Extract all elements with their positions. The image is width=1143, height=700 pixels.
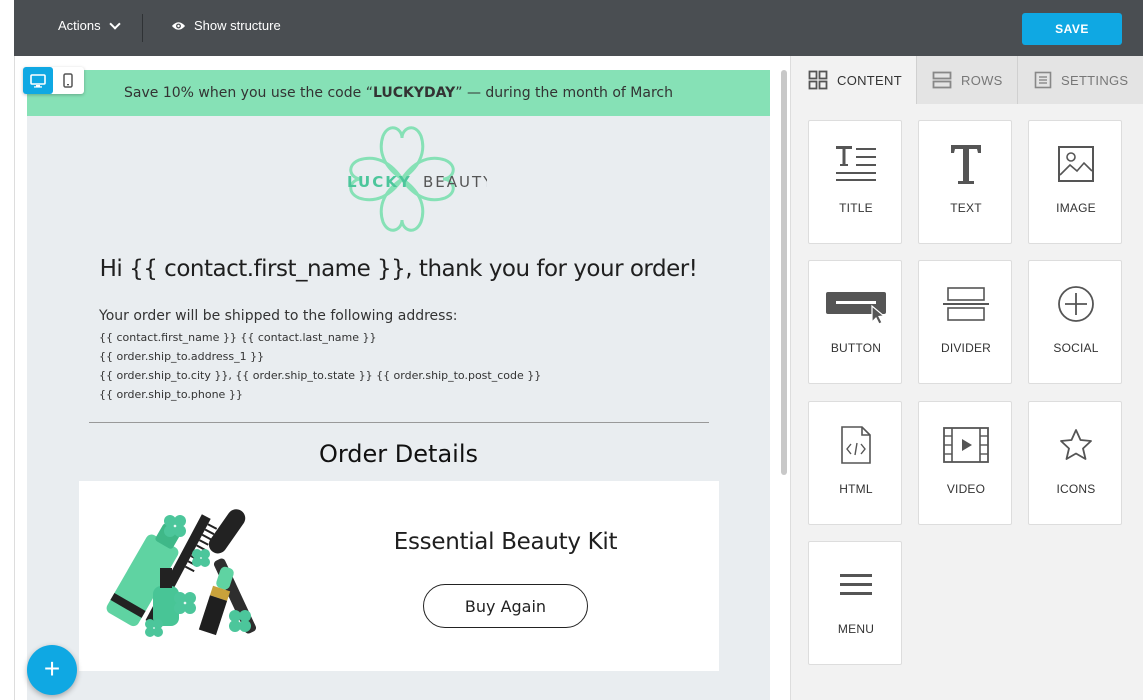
text-icon: [951, 145, 981, 184]
promo-prefix: Save 10% when you use the code “: [124, 85, 373, 101]
divider-line: [89, 422, 709, 423]
buy-again-button[interactable]: Buy Again: [423, 584, 588, 628]
block-html-label: HTML: [839, 482, 873, 496]
video-icon: [943, 427, 989, 463]
title-icon: [836, 146, 876, 181]
promo-code: LUCKYDAY: [372, 85, 456, 101]
address-line: {{ order.ship_to.phone }}: [99, 388, 243, 401]
social-icon: [1058, 286, 1094, 322]
address-line: {{ order.ship_to.city }}, {{ order.ship_…: [99, 369, 542, 382]
eye-icon: [171, 21, 186, 30]
email-editor-app: Actions Show structure SAVE Save 10% whe…: [0, 0, 1143, 700]
logo-beauty-text: BEAUTY: [423, 173, 487, 191]
block-icons-label: ICONS: [1056, 482, 1096, 496]
show-structure-label: Show structure: [194, 18, 281, 33]
panel-tabs: CONTENT ROWS SETTINGS: [791, 56, 1143, 104]
logo-lucky-text: LUCKY: [347, 173, 412, 191]
block-button-label: BUTTON: [830, 341, 882, 355]
left-gutter: [0, 0, 14, 700]
product-name: Essential Beauty Kit: [393, 529, 618, 555]
mobile-icon: [63, 73, 73, 88]
tab-settings-label: SETTINGS: [1061, 72, 1129, 88]
tab-content-label: CONTENT: [837, 72, 902, 88]
tab-content[interactable]: CONTENT: [791, 56, 916, 104]
actions-dropdown[interactable]: Actions: [58, 17, 121, 33]
tab-rows-label: ROWS: [961, 72, 1003, 88]
canvas-scrollbar[interactable]: [781, 70, 787, 475]
block-title[interactable]: TITLE: [808, 120, 902, 244]
address-lead: Your order will be shipped to the follow…: [99, 308, 458, 324]
block-button[interactable]: BUTTON: [808, 260, 902, 384]
top-toolbar: Actions Show structure SAVE: [14, 0, 1143, 56]
block-video-label: VIDEO: [946, 482, 986, 496]
block-divider[interactable]: DIVIDER: [918, 260, 1012, 384]
save-button[interactable]: SAVE: [1022, 13, 1122, 45]
block-title-label: TITLE: [839, 201, 873, 215]
tab-settings[interactable]: SETTINGS: [1017, 56, 1143, 104]
button-icon: [826, 292, 886, 324]
block-social[interactable]: SOCIAL: [1028, 260, 1122, 384]
promo-banner: Save 10% when you use the code “LUCKYDAY…: [27, 70, 770, 116]
add-button[interactable]: +: [27, 645, 77, 695]
chevron-down-icon: [108, 17, 121, 30]
block-social-label: SOCIAL: [1053, 341, 1099, 355]
html-icon: [841, 426, 871, 464]
address-line: {{ order.ship_to.address_1 }}: [99, 350, 265, 363]
order-details-heading: Order Details: [318, 440, 479, 468]
block-menu-label: MENU: [837, 622, 875, 636]
show-structure-toggle[interactable]: Show structure: [171, 18, 281, 33]
lucky-beauty-logo: LUCKY BEAUTY: [347, 126, 487, 232]
block-divider-label: DIVIDER: [940, 341, 992, 355]
block-video[interactable]: VIDEO: [918, 401, 1012, 525]
grid-icon: [808, 70, 828, 90]
menu-icon: [840, 574, 872, 595]
image-icon: [1058, 146, 1094, 182]
block-icons[interactable]: ICONS: [1028, 401, 1122, 525]
settings-icon: [1034, 71, 1052, 89]
block-html[interactable]: HTML: [808, 401, 902, 525]
address-line: {{ contact.first_name }} {{ contact.last…: [99, 331, 377, 344]
content-panel: CONTENT ROWS SETTINGS TITLE TEXT IMAGE B…: [790, 56, 1143, 700]
product-card: Essential Beauty Kit Buy Again: [79, 481, 719, 671]
email-preview[interactable]: Save 10% when you use the code “LUCKYDAY…: [27, 70, 770, 700]
device-toggle: [23, 67, 84, 94]
block-menu[interactable]: MENU: [808, 541, 902, 665]
beauty-kit-image: [106, 509, 257, 637]
mobile-view-button[interactable]: [53, 67, 83, 94]
block-text-label: TEXT: [950, 201, 982, 215]
actions-label: Actions: [58, 18, 101, 33]
tab-rows[interactable]: ROWS: [916, 56, 1017, 104]
divider-icon: [943, 287, 989, 321]
desktop-view-button[interactable]: [23, 67, 53, 94]
block-text[interactable]: TEXT: [918, 120, 1012, 244]
greeting-heading: Hi {{ contact.first_name }}, thank you f…: [99, 256, 698, 282]
block-image[interactable]: IMAGE: [1028, 120, 1122, 244]
block-image-label: IMAGE: [1056, 201, 1096, 215]
desktop-icon: [30, 73, 46, 88]
star-icon: [1060, 429, 1092, 460]
promo-suffix: ” — during the month of March: [455, 85, 673, 101]
rows-icon: [932, 71, 952, 89]
toolbar-divider: [142, 14, 143, 42]
